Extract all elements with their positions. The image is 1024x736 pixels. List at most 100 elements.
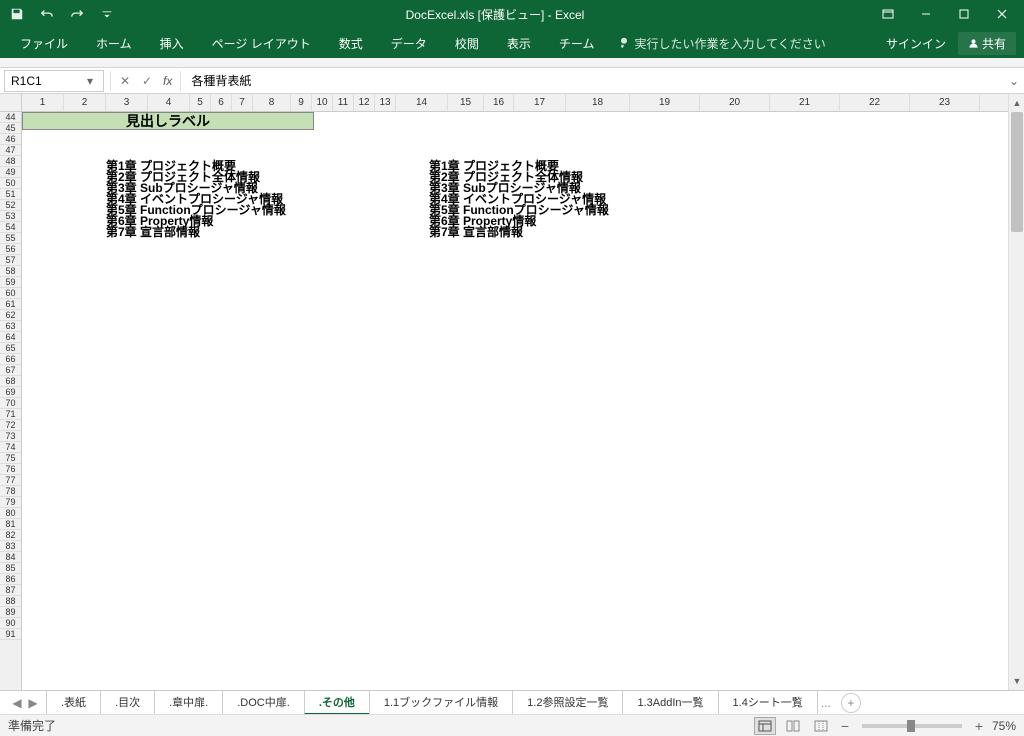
sheet-tab-3[interactable]: .DOC中扉.: [222, 691, 305, 715]
sheet-tab-0[interactable]: .表紙: [46, 691, 101, 715]
undo-icon[interactable]: [34, 3, 60, 25]
chevron-down-icon[interactable]: ▾: [83, 74, 97, 88]
row-header[interactable]: 50: [0, 178, 21, 189]
column-header[interactable]: 17: [514, 94, 566, 111]
column-header[interactable]: 15: [448, 94, 484, 111]
ribbon-tab-3[interactable]: ページ レイアウト: [200, 31, 323, 56]
ribbon-tab-5[interactable]: データ: [379, 31, 439, 56]
row-header[interactable]: 75: [0, 453, 21, 464]
row-header[interactable]: 63: [0, 321, 21, 332]
row-header[interactable]: 80: [0, 508, 21, 519]
scroll-down-icon[interactable]: ▼: [1009, 674, 1024, 688]
column-header[interactable]: 8: [253, 94, 291, 111]
row-header[interactable]: 60: [0, 288, 21, 299]
formula-input[interactable]: 各種背表紙: [183, 72, 1004, 89]
sheet-tab-8[interactable]: 1.4シート一覧: [718, 691, 818, 715]
row-header[interactable]: 87: [0, 585, 21, 596]
vertical-scrollbar[interactable]: ▲ ▼: [1008, 94, 1024, 690]
sheet-tab-1[interactable]: .目次: [100, 691, 155, 715]
row-header[interactable]: 62: [0, 310, 21, 321]
row-header[interactable]: 51: [0, 189, 21, 200]
ribbon-tab-6[interactable]: 校閲: [443, 31, 491, 56]
accept-formula-icon[interactable]: ✓: [137, 71, 157, 91]
zoom-out-button[interactable]: −: [838, 718, 852, 734]
row-header[interactable]: 85: [0, 563, 21, 574]
row-header[interactable]: 47: [0, 145, 21, 156]
row-header[interactable]: 71: [0, 409, 21, 420]
zoom-slider[interactable]: [862, 724, 962, 728]
tab-scroll-right-icon[interactable]: ▶: [26, 696, 40, 710]
column-header[interactable]: 2: [64, 94, 106, 111]
row-header[interactable]: 81: [0, 519, 21, 530]
column-header[interactable]: 9: [291, 94, 312, 111]
cancel-formula-icon[interactable]: ✕: [115, 71, 135, 91]
scroll-up-icon[interactable]: ▲: [1009, 96, 1024, 110]
normal-view-icon[interactable]: [754, 717, 776, 735]
sheet-tab-7[interactable]: 1.3AddIn一覧: [622, 691, 718, 715]
column-header[interactable]: 16: [484, 94, 514, 111]
column-header[interactable]: 5: [190, 94, 211, 111]
row-header[interactable]: 69: [0, 387, 21, 398]
row-header[interactable]: 74: [0, 442, 21, 453]
row-header[interactable]: 54: [0, 222, 21, 233]
ribbon-tab-1[interactable]: ホーム: [84, 31, 144, 56]
row-header[interactable]: 70: [0, 398, 21, 409]
add-sheet-button[interactable]: +: [841, 693, 861, 713]
column-header[interactable]: 6: [211, 94, 232, 111]
row-header[interactable]: 77: [0, 475, 21, 486]
cell-grid[interactable]: 見出しラベル 第1章 プロジェクト概要第2章 プロジェクト全体情報第3章 Sub…: [22, 112, 1008, 690]
row-header[interactable]: 48: [0, 156, 21, 167]
share-button[interactable]: 共有: [958, 32, 1016, 55]
fx-icon[interactable]: fx: [159, 74, 176, 88]
sheet-tab-2[interactable]: .章中扉.: [154, 691, 223, 715]
row-header[interactable]: 61: [0, 299, 21, 310]
select-all-corner[interactable]: [0, 94, 22, 112]
row-header[interactable]: 56: [0, 244, 21, 255]
row-header[interactable]: 72: [0, 420, 21, 431]
row-header[interactable]: 46: [0, 134, 21, 145]
page-layout-view-icon[interactable]: [782, 717, 804, 735]
column-header[interactable]: 11: [333, 94, 354, 111]
row-header[interactable]: 82: [0, 530, 21, 541]
row-header[interactable]: 45: [0, 123, 21, 134]
tab-scroll-left-icon[interactable]: ◀: [10, 696, 24, 710]
row-header[interactable]: 58: [0, 266, 21, 277]
column-header[interactable]: 3: [106, 94, 148, 111]
column-header[interactable]: 20: [700, 94, 770, 111]
row-header[interactable]: 84: [0, 552, 21, 563]
column-header[interactable]: 4: [148, 94, 190, 111]
sheet-tab-5[interactable]: 1.1ブックファイル情報: [369, 691, 513, 715]
column-header[interactable]: 19: [630, 94, 700, 111]
row-header[interactable]: 66: [0, 354, 21, 365]
ribbon-display-icon[interactable]: [870, 2, 906, 26]
redo-icon[interactable]: [64, 3, 90, 25]
zoom-in-button[interactable]: +: [972, 718, 986, 734]
row-header[interactable]: 90: [0, 618, 21, 629]
maximize-icon[interactable]: [946, 2, 982, 26]
row-header[interactable]: 64: [0, 332, 21, 343]
ribbon-tab-4[interactable]: 数式: [327, 31, 375, 56]
name-box[interactable]: R1C1 ▾: [4, 70, 104, 92]
column-header[interactable]: 14: [396, 94, 448, 111]
column-header[interactable]: 21: [770, 94, 840, 111]
signin-link[interactable]: サインイン: [886, 35, 946, 52]
row-header[interactable]: 57: [0, 255, 21, 266]
tell-me-search[interactable]: 実行したい作業を入力してください: [618, 35, 825, 52]
scroll-thumb[interactable]: [1011, 112, 1023, 232]
row-header[interactable]: 52: [0, 200, 21, 211]
row-header[interactable]: 88: [0, 596, 21, 607]
column-header[interactable]: 12: [354, 94, 375, 111]
row-header[interactable]: 89: [0, 607, 21, 618]
column-header[interactable]: 10: [312, 94, 333, 111]
ribbon-tab-0[interactable]: ファイル: [8, 31, 80, 56]
save-icon[interactable]: [4, 3, 30, 25]
column-header[interactable]: 18: [566, 94, 630, 111]
row-header[interactable]: 79: [0, 497, 21, 508]
row-header[interactable]: 73: [0, 431, 21, 442]
sheet-tab-4[interactable]: .その他: [304, 691, 370, 715]
row-header[interactable]: 49: [0, 167, 21, 178]
more-tabs-indicator[interactable]: ...: [817, 696, 835, 710]
column-header[interactable]: 13: [375, 94, 396, 111]
ribbon-tab-7[interactable]: 表示: [495, 31, 543, 56]
column-header[interactable]: 22: [840, 94, 910, 111]
